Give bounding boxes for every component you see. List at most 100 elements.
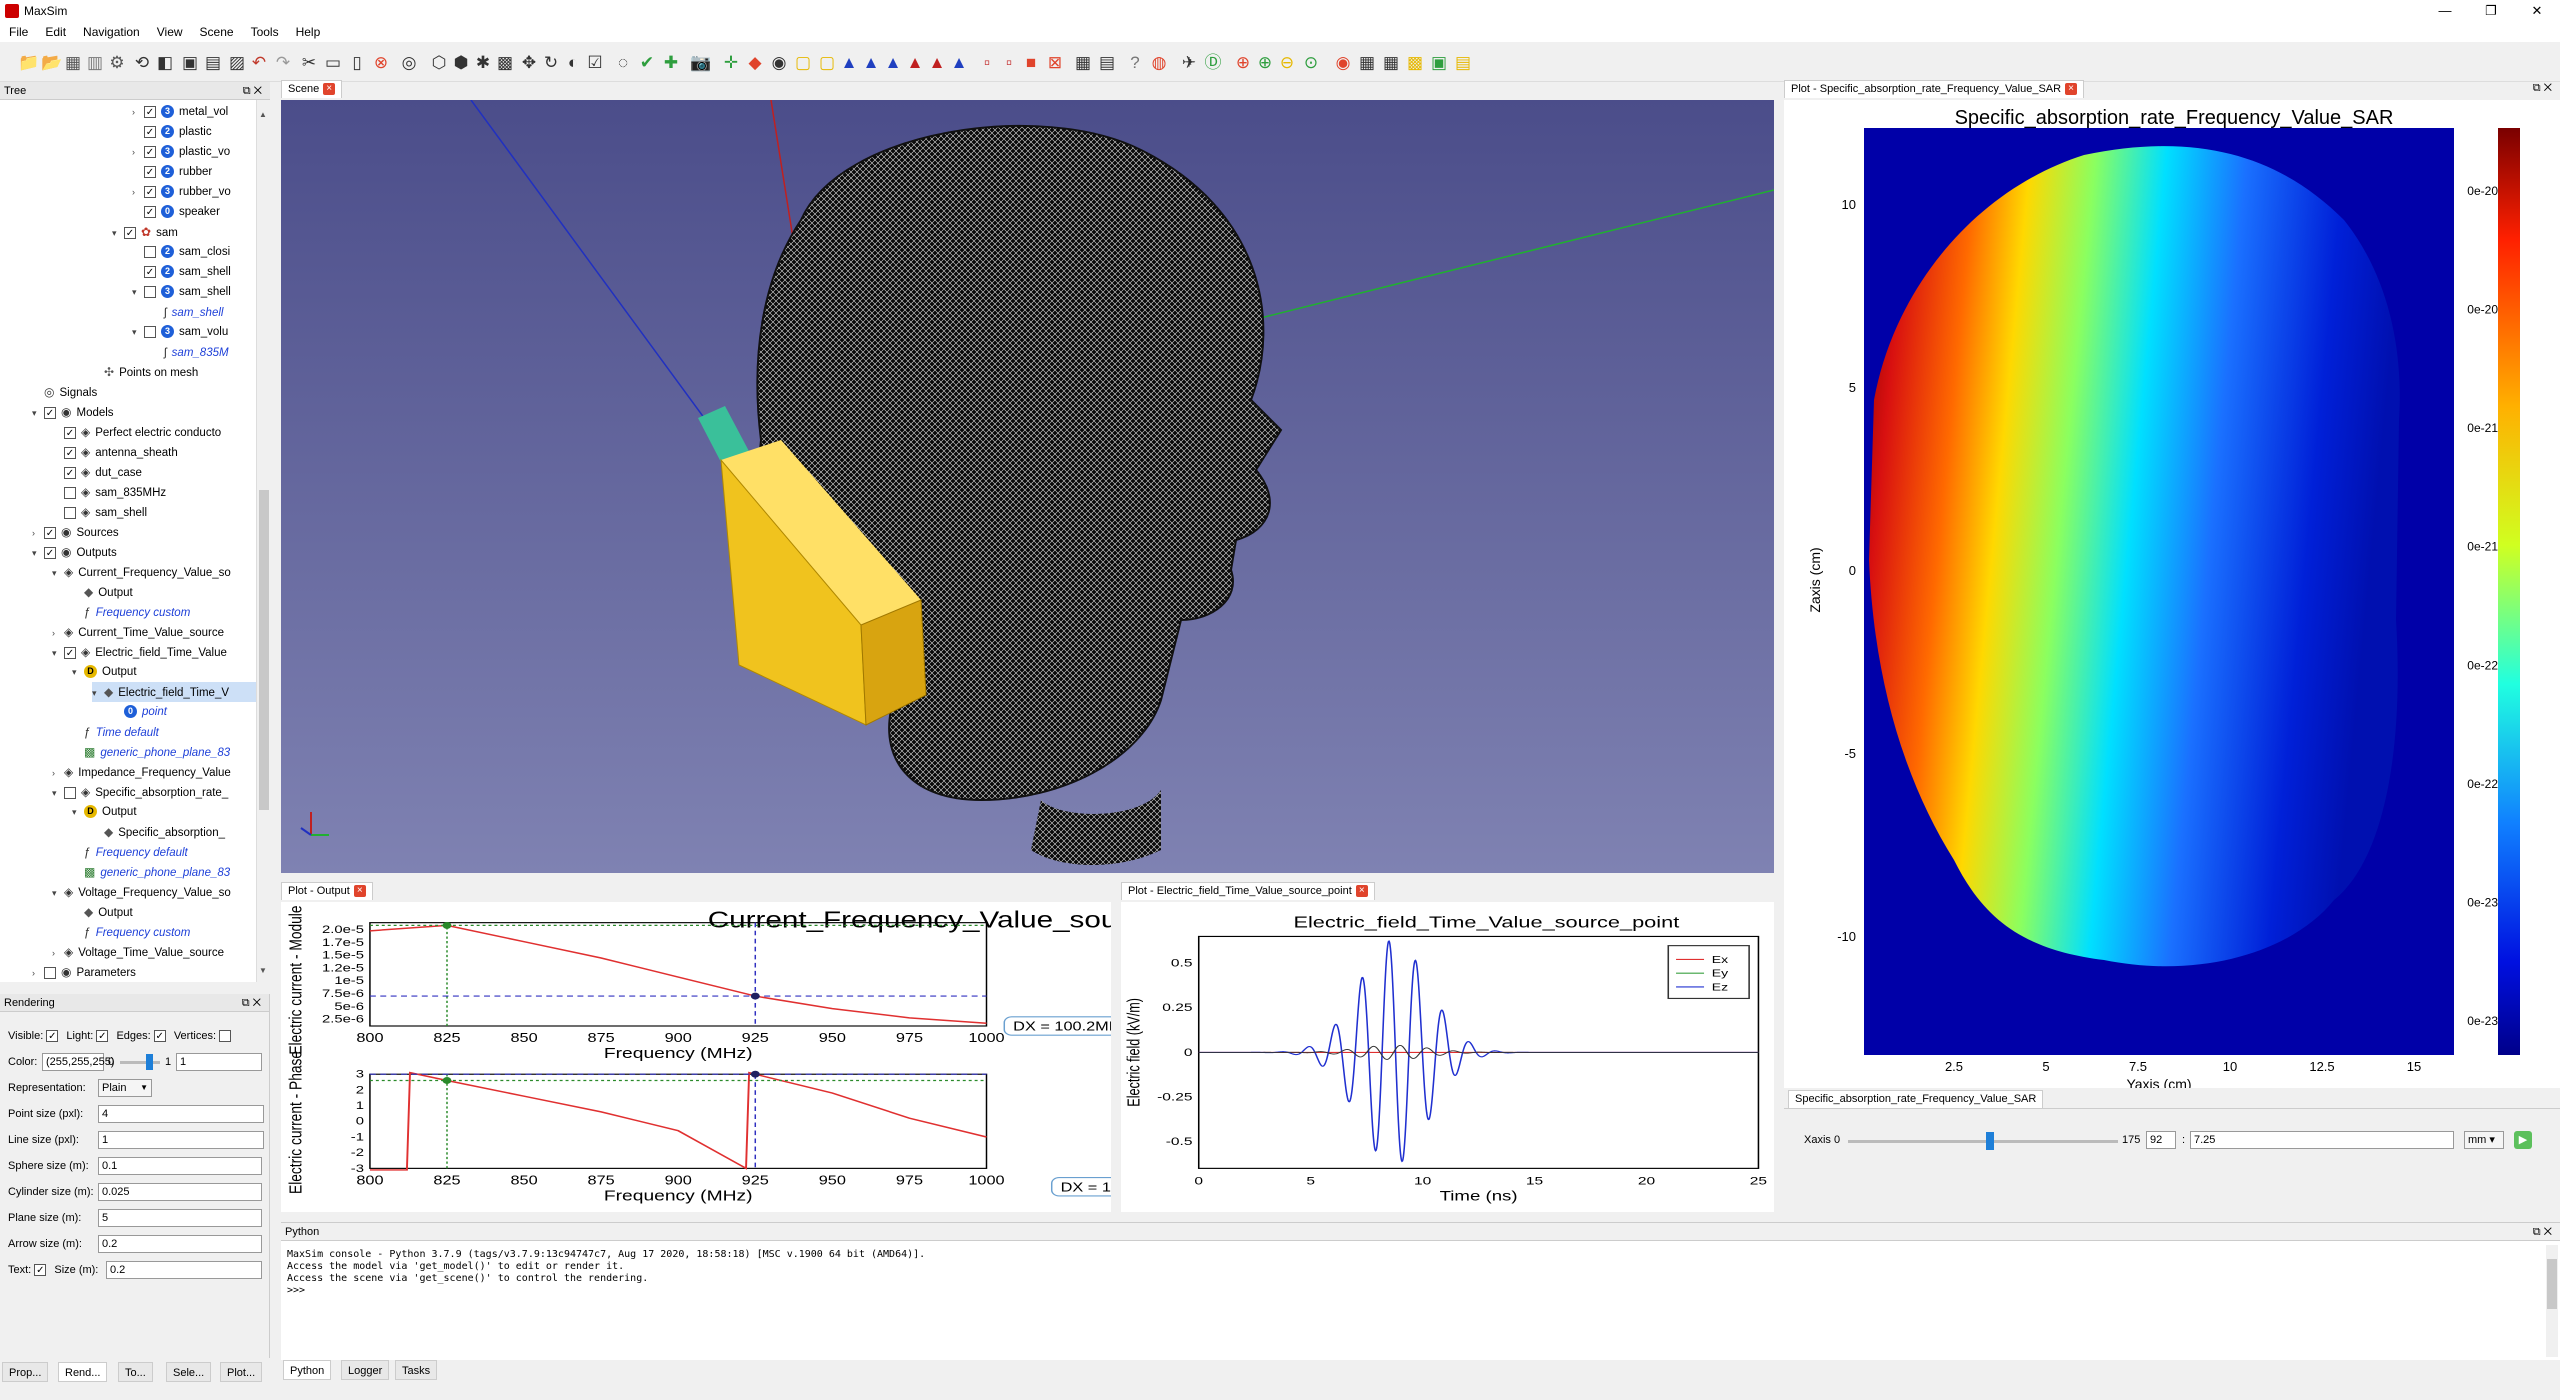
close-window-button[interactable]: ✕ xyxy=(2514,0,2560,22)
undo-icon[interactable]: ↶ xyxy=(246,49,272,75)
python-console[interactable]: MaxSim console - Python 3.7.9 (tags/v3.7… xyxy=(283,1245,2537,1357)
add-icon[interactable]: ✛ xyxy=(718,49,744,75)
chevron-right-icon[interactable]: › xyxy=(32,963,44,983)
tree-item-checkbox[interactable]: ✓ xyxy=(44,406,56,419)
tree-item-checkbox[interactable]: ✓ xyxy=(144,105,156,118)
chevron-down-icon[interactable]: ▾ xyxy=(52,563,64,583)
chevron-right-icon[interactable]: › xyxy=(32,523,44,543)
apply-icon[interactable]: ▶ xyxy=(2514,1131,2532,1149)
tree-item-checkbox[interactable] xyxy=(64,786,76,799)
paste-icon[interactable]: ▯ xyxy=(344,49,370,75)
chevron-down-icon[interactable]: ▾ xyxy=(112,223,124,243)
tree-item-checkbox[interactable] xyxy=(64,506,76,519)
unit-select[interactable]: mm ▾ xyxy=(2464,1131,2504,1149)
scene-viewport[interactable] xyxy=(281,99,1775,873)
tree-item[interactable]: ✓ ◈ dut_case xyxy=(52,462,142,482)
chevron-right-icon[interactable]: › xyxy=(132,142,144,162)
chevron-down-icon[interactable]: ▾ xyxy=(32,403,44,423)
tree-item[interactable]: ✓ 0 speaker xyxy=(132,202,220,222)
d-icon[interactable]: Ⓓ xyxy=(1200,49,1226,75)
chevron-down-icon[interactable]: ▾ xyxy=(72,802,84,822)
render-field-input[interactable]: 0.1 xyxy=(98,1157,262,1175)
tree-item-checkbox[interactable]: ✓ xyxy=(64,466,76,479)
tree-item[interactable]: ▾ ✓ ◉ Models xyxy=(32,402,114,422)
tree-item-checkbox[interactable]: ✓ xyxy=(144,205,156,218)
chevron-down-icon[interactable]: ▾ xyxy=(132,322,144,342)
slice-index-spinbox[interactable]: 92 xyxy=(2146,1131,2176,1149)
tree-item-checkbox[interactable]: ✓ xyxy=(64,426,76,439)
camera-icon[interactable]: 📷 xyxy=(688,49,714,75)
tree-item-checkbox[interactable] xyxy=(44,966,56,979)
menu-scene[interactable]: Scene xyxy=(191,22,242,39)
close-tab-icon[interactable]: × xyxy=(353,885,366,898)
tree-item[interactable]: ▩ generic_phone_plane_83 xyxy=(72,862,230,882)
panel-close-icon[interactable]: ⧉ ✕ xyxy=(2533,1223,2552,1241)
run-icon[interactable]: ✚ xyxy=(658,49,684,75)
tree-scrollbar[interactable]: ▲ ▼ xyxy=(256,100,270,982)
tree-item[interactable]: ▾ ◈ Specific_absorption_rate_ xyxy=(52,782,228,802)
tab-plot-output[interactable]: Plot - Output × xyxy=(281,882,373,900)
tree-item[interactable]: › ◈ Current_Time_Value_source xyxy=(52,622,224,642)
slice-value-field[interactable]: 7.25 xyxy=(2190,1131,2454,1149)
tree-item[interactable]: ʃ sam_shell xyxy=(152,302,223,322)
menu-file[interactable]: File xyxy=(0,22,36,39)
panel-close-icon[interactable]: ⧉ ✕ xyxy=(242,994,261,1012)
tree-item[interactable]: ▾ D Output xyxy=(72,662,137,682)
render-field-input[interactable]: 4 xyxy=(98,1105,264,1123)
tab-plot-efield[interactable]: Plot - Electric_field_Time_Value_source_… xyxy=(1121,882,1375,900)
tab-selection[interactable]: Sele... xyxy=(166,1362,212,1382)
layers-icon[interactable]: ◧ xyxy=(152,49,178,75)
tree-item[interactable]: › ✓ 3 plastic_vo xyxy=(132,142,230,162)
chevron-right-icon[interactable]: › xyxy=(52,623,64,643)
close-tab-icon[interactable]: × xyxy=(1355,885,1368,898)
menu-edit[interactable]: Edit xyxy=(36,22,74,39)
color-slider-handle[interactable] xyxy=(146,1054,153,1070)
tree-item-checkbox[interactable]: ✓ xyxy=(64,646,76,659)
close-tab-icon[interactable]: × xyxy=(2065,83,2078,96)
tab-plot-sar[interactable]: Plot - Specific_absorption_rate_Frequenc… xyxy=(1784,80,2085,98)
tree-item[interactable]: › ◈ Impedance_Frequency_Value xyxy=(52,762,231,782)
maximize-button[interactable]: ❐ xyxy=(2468,0,2514,22)
console-scroll-thumb[interactable] xyxy=(2547,1259,2557,1309)
delete-icon[interactable]: ⊗ xyxy=(368,49,394,75)
save-as-icon[interactable]: ▤ xyxy=(200,49,226,75)
menu-view[interactable]: View xyxy=(148,22,191,39)
tree-item[interactable]: › ◉ Parameters xyxy=(32,962,136,982)
sar-heatmap-chart[interactable]: Specific_absorption_rate_Frequency_Value… xyxy=(1784,100,2560,1092)
cut-icon[interactable]: ✂ xyxy=(296,49,322,75)
tab-plot[interactable]: Plot... xyxy=(220,1362,263,1382)
tree-item[interactable]: ▾ 3 sam_shell xyxy=(132,282,231,302)
check-icon[interactable]: ☑ xyxy=(582,49,608,75)
tree-item[interactable]: ▾ ◈ Voltage_Frequency_Value_so xyxy=(52,882,231,902)
image-icon[interactable]: ▦ xyxy=(1070,49,1096,75)
vertices-checkbox[interactable] xyxy=(219,1030,232,1043)
settings-icon[interactable]: ⚙ xyxy=(104,49,130,75)
scroll-down-icon[interactable]: ▼ xyxy=(259,966,269,976)
palette-icon[interactable]: ▩ xyxy=(1402,49,1428,75)
render-field-input[interactable]: 1 xyxy=(98,1131,264,1149)
tree-item-checkbox[interactable]: ✓ xyxy=(144,265,156,278)
tree-item[interactable]: › ✓ 3 rubber_vo xyxy=(132,182,231,202)
tree-item-checkbox[interactable]: ✓ xyxy=(64,446,76,459)
tiles-icon[interactable]: ▣ xyxy=(1426,49,1452,75)
tree-item-checkbox[interactable]: ✓ xyxy=(124,226,136,239)
text-size-field[interactable]: 0.2 xyxy=(106,1261,262,1279)
tree-item[interactable]: › ✓ 3 metal_vol xyxy=(132,102,228,122)
box-icon[interactable]: ▢ xyxy=(790,49,816,75)
tab-sar-control[interactable]: Specific_absorption_rate_Frequency_Value… xyxy=(1788,1090,2044,1108)
tree-item-checkbox[interactable] xyxy=(144,325,156,338)
tree-item[interactable]: ƒ Frequency custom xyxy=(72,602,190,622)
lifebuoy-icon[interactable]: ◍ xyxy=(1146,49,1172,75)
tree-item[interactable]: ▩ generic_phone_plane_83 xyxy=(72,742,230,762)
menu-tools[interactable]: Tools xyxy=(242,22,287,39)
tree-item-checkbox[interactable] xyxy=(144,245,156,258)
representation-select[interactable]: Plain ▼ xyxy=(98,1079,152,1097)
tree-item[interactable]: ƒ Frequency default xyxy=(72,842,188,862)
tree-item-checkbox[interactable]: ✓ xyxy=(144,165,156,178)
chevron-right-icon[interactable]: › xyxy=(52,943,64,963)
console-scrollbar[interactable] xyxy=(2546,1245,2558,1357)
minimize-button[interactable]: — xyxy=(2422,0,2468,22)
tab-tasks[interactable]: Tasks xyxy=(395,1360,438,1380)
loading-icon[interactable]: ◌ xyxy=(610,49,636,75)
current-chart[interactable]: Current_Frequency_Value_source 2.0e-51.7e… xyxy=(281,902,1450,1212)
